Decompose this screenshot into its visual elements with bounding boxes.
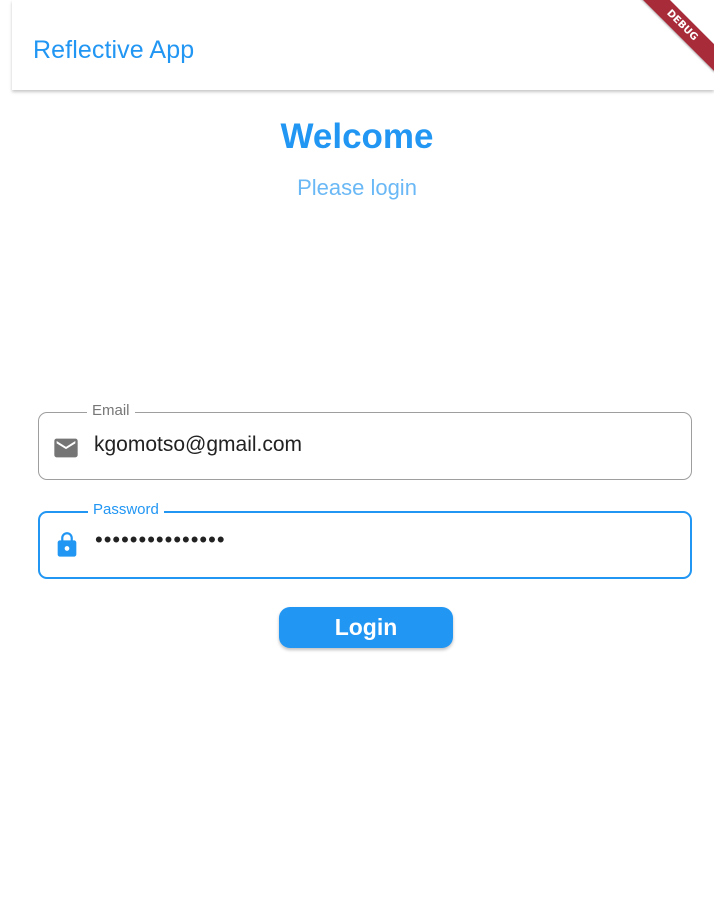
login-screen: Reflective App DEBUG Welcome Please logi… (0, 0, 714, 914)
lock-icon (53, 531, 81, 559)
login-button[interactable]: Login (279, 607, 453, 648)
password-input[interactable]: ••••••••••••••• (95, 527, 226, 553)
login-subtitle: Please login (297, 175, 417, 200)
app-title: Reflective App (33, 36, 195, 64)
welcome-heading: Welcome (280, 117, 434, 156)
email-input[interactable]: kgomotso@gmail.com (94, 433, 302, 457)
app-bar: Reflective App (12, 0, 714, 90)
mail-icon (52, 434, 80, 462)
email-label: Email (87, 402, 135, 420)
password-field[interactable]: Password ••••••••••••••• (38, 501, 692, 579)
password-label: Password (88, 501, 164, 519)
email-field[interactable]: Email kgomotso@gmail.com (38, 402, 692, 480)
